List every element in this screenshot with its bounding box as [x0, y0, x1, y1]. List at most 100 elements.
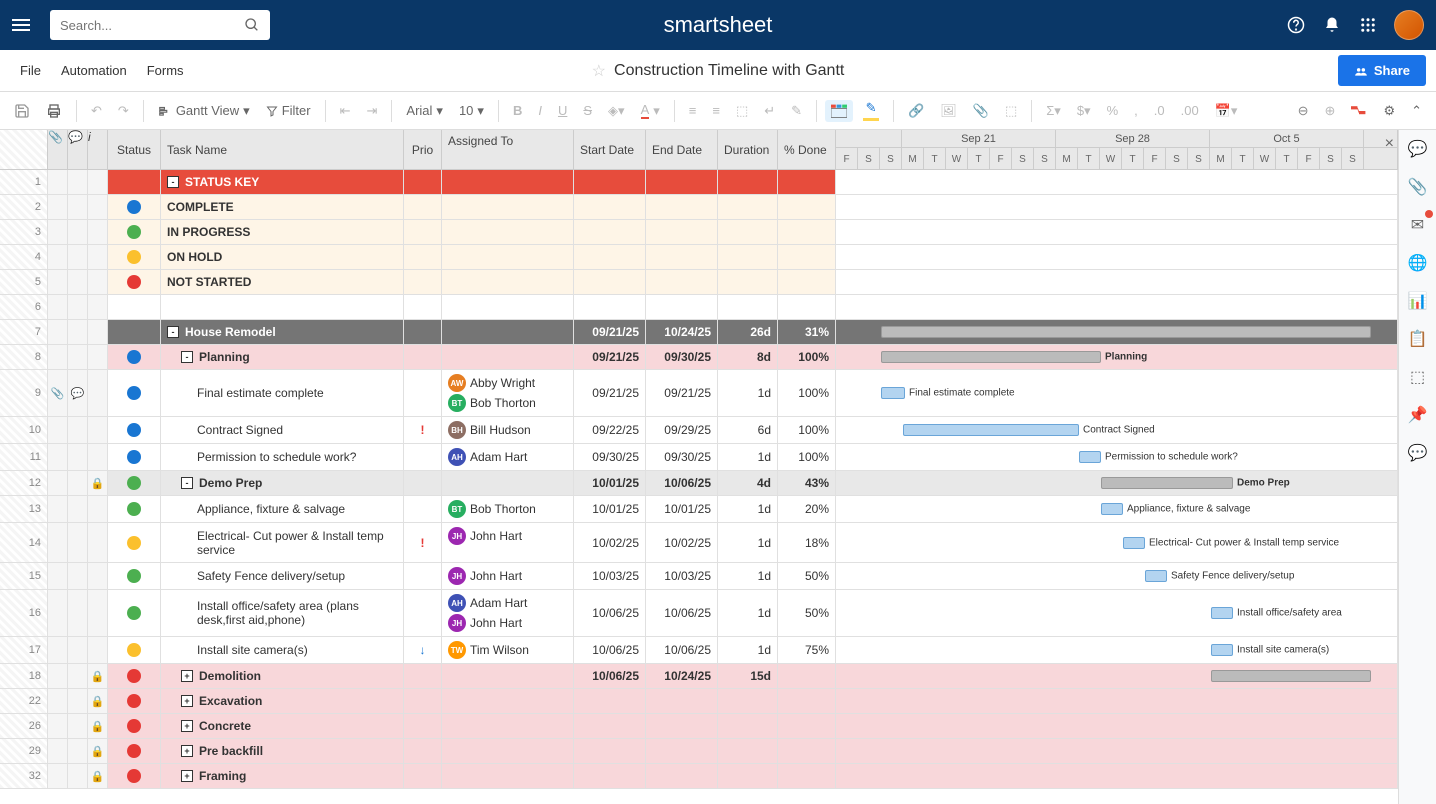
start-date[interactable]: 09/22/25	[574, 417, 646, 443]
grid-row[interactable]: 7-House Remodel09/21/2510/24/2526d31%	[0, 320, 1398, 345]
assignee-chip[interactable]: BTBob Thorton	[448, 394, 536, 412]
duration[interactable]: 6d	[718, 417, 778, 443]
row-number[interactable]: 15	[0, 563, 48, 589]
percent-done[interactable]: 20%	[778, 496, 836, 522]
end-date[interactable]: 10/06/25	[646, 590, 718, 636]
row-number[interactable]: 29	[0, 739, 48, 763]
start-date[interactable]: 10/06/25	[574, 664, 646, 688]
zoom-out-icon[interactable]: ⊖	[1292, 99, 1315, 123]
gantt-bar[interactable]	[1211, 670, 1371, 682]
attach-icon[interactable]: 📎	[967, 99, 995, 123]
gantt-bar[interactable]	[1101, 477, 1233, 489]
col-done[interactable]: % Done	[778, 130, 836, 169]
row-number[interactable]: 22	[0, 689, 48, 713]
gantt-cell[interactable]	[836, 195, 1398, 219]
activity-log-icon[interactable]: 📊	[1407, 290, 1429, 312]
duration[interactable]	[718, 689, 778, 713]
menu-file[interactable]: File	[10, 57, 51, 84]
gantt-bar[interactable]	[1123, 537, 1145, 549]
gantt-cell[interactable]: Install site camera(s)	[836, 637, 1398, 663]
duration[interactable]: 4d	[718, 471, 778, 495]
gantt-cell[interactable]	[836, 270, 1398, 294]
collapse-toggle[interactable]: +	[181, 720, 193, 732]
gantt-cell[interactable]: Final estimate complete	[836, 370, 1398, 416]
percent-done[interactable]	[778, 270, 836, 294]
end-date[interactable]	[646, 220, 718, 244]
duration[interactable]: 1d	[718, 370, 778, 416]
grid-row[interactable]: 18🔒+Demolition10/06/2510/24/2515d	[0, 664, 1398, 689]
grid-row[interactable]: 11Permission to schedule work?AHAdam Har…	[0, 444, 1398, 471]
collapse-toggle[interactable]: -	[181, 351, 193, 363]
assignee-chip[interactable]: AHAdam Hart	[448, 594, 527, 612]
close-panel-icon[interactable]: ×	[1385, 135, 1394, 153]
grid-row[interactable]: 10Contract Signed!BHBill Hudson09/22/250…	[0, 417, 1398, 444]
gantt-cell[interactable]	[836, 664, 1398, 688]
gantt-cell[interactable]: Demo Prep	[836, 471, 1398, 495]
sum-icon[interactable]: Σ▾	[1040, 99, 1067, 123]
italic-icon[interactable]: I	[532, 99, 548, 122]
collapse-toggle[interactable]: -	[167, 176, 179, 188]
comment-col-icon[interactable]: 💬	[68, 130, 88, 169]
menu-forms[interactable]: Forms	[137, 57, 194, 84]
underline-icon[interactable]: U	[552, 99, 573, 122]
end-date[interactable]: 10/24/25	[646, 664, 718, 688]
end-date[interactable]: 10/03/25	[646, 563, 718, 589]
outdent-icon[interactable]: ⇤	[334, 99, 357, 123]
redo-icon[interactable]: ↷	[112, 99, 135, 123]
start-date[interactable]	[574, 714, 646, 738]
image-icon[interactable]: 🖼	[934, 99, 963, 123]
share-button[interactable]: Share	[1338, 55, 1426, 86]
collapse-toggle[interactable]: -	[181, 477, 193, 489]
undo-icon[interactable]: ↶	[85, 99, 108, 123]
row-attach[interactable]	[48, 590, 68, 636]
duration[interactable]	[718, 170, 778, 194]
gantt-cell[interactable]: Planning	[836, 345, 1398, 369]
end-date[interactable]: 10/06/25	[646, 471, 718, 495]
row-attach[interactable]	[48, 270, 68, 294]
end-date[interactable]	[646, 739, 718, 763]
row-number[interactable]: 12	[0, 471, 48, 495]
duration[interactable]	[718, 270, 778, 294]
wrap-icon[interactable]: ↵	[758, 99, 781, 123]
row-number[interactable]: 13	[0, 496, 48, 522]
row-attach[interactable]	[48, 689, 68, 713]
assignee-chip[interactable]: AWAbby Wright	[448, 374, 535, 392]
gantt-cell[interactable]	[836, 220, 1398, 244]
start-date[interactable]	[574, 170, 646, 194]
view-switcher[interactable]: Gantt View ▾	[152, 99, 256, 123]
info-col-icon[interactable]: i	[88, 130, 108, 169]
gantt-cell[interactable]: Appliance, fixture & salvage	[836, 496, 1398, 522]
end-date[interactable]	[646, 764, 718, 788]
row-comment[interactable]	[68, 714, 88, 738]
gantt-cell[interactable]	[836, 170, 1398, 194]
end-date[interactable]	[646, 195, 718, 219]
row-comment[interactable]	[68, 764, 88, 788]
row-comment[interactable]	[68, 320, 88, 344]
row-attach[interactable]	[48, 444, 68, 470]
gantt-bar[interactable]	[1145, 570, 1167, 582]
start-date[interactable]: 09/21/25	[574, 370, 646, 416]
gantt-cell[interactable]: Safety Fence delivery/setup	[836, 563, 1398, 589]
format-icon[interactable]: ✎	[785, 99, 808, 123]
critical-path-icon[interactable]	[1345, 99, 1373, 123]
col-duration[interactable]: Duration	[718, 130, 778, 169]
percent-done[interactable]	[778, 714, 836, 738]
gantt-cell[interactable]: Permission to schedule work?	[836, 444, 1398, 470]
align-center-icon[interactable]: ≡	[706, 99, 726, 122]
row-attach[interactable]	[48, 496, 68, 522]
col-assigned[interactable]: Assigned To	[442, 130, 574, 169]
row-comment[interactable]	[68, 689, 88, 713]
menu-automation[interactable]: Automation	[51, 57, 137, 84]
end-date[interactable]: 09/30/25	[646, 345, 718, 369]
percent-done[interactable]: 100%	[778, 444, 836, 470]
search-input[interactable]	[60, 18, 244, 33]
start-date[interactable]	[574, 220, 646, 244]
row-comment[interactable]	[68, 590, 88, 636]
grid-row[interactable]: 15Safety Fence delivery/setupJHJohn Hart…	[0, 563, 1398, 590]
row-number[interactable]: 2	[0, 195, 48, 219]
search-icon[interactable]	[244, 17, 260, 33]
grid-row[interactable]: 3IN PROGRESS	[0, 220, 1398, 245]
publish-icon[interactable]: 🌐	[1407, 252, 1429, 274]
grid-row[interactable]: 14Electrical- Cut power & Install temp s…	[0, 523, 1398, 563]
col-status[interactable]: Status	[108, 130, 161, 169]
